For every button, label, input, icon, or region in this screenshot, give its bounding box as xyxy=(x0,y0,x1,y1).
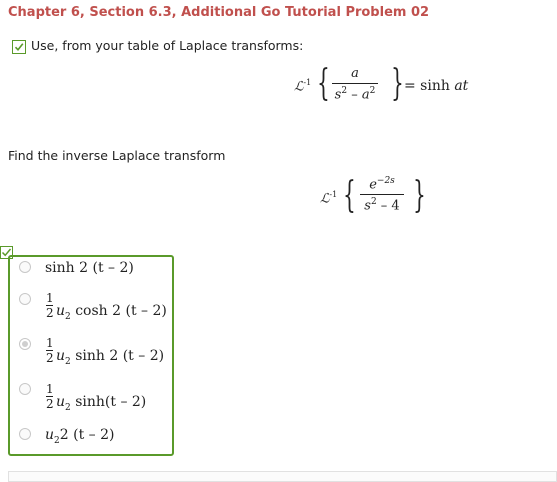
option-label-5[interactable]: u22 (t – 2) xyxy=(45,427,114,446)
option-radio-5[interactable] xyxy=(19,428,31,440)
intro-text: Use, from your table of Laplace transfor… xyxy=(31,38,304,53)
option-label-1[interactable]: sinh 2 (t – 2) xyxy=(45,260,134,276)
right-brace: } xyxy=(413,175,426,216)
option-radio-3[interactable] xyxy=(19,338,31,350)
left-brace: { xyxy=(317,63,330,104)
page-title: Chapter 6, Section 6.3, Additional Go Tu… xyxy=(8,5,430,20)
option-radio-2[interactable] xyxy=(19,293,31,305)
target-formula: ℒ-1 { e−2s s2 – 4 } xyxy=(320,174,440,224)
laplace-operator: ℒ-1 xyxy=(320,190,338,207)
option-label-3[interactable]: u2 sinh 2 (t – 2) xyxy=(56,348,164,367)
option-half-4: 12 xyxy=(46,382,54,411)
option-label-4[interactable]: u2 sinh(t – 2) xyxy=(56,394,146,413)
option-half-2: 12 xyxy=(46,291,54,320)
prompt-text: Find the inverse Laplace transform xyxy=(8,148,226,163)
given-fraction: a s2 – a2 xyxy=(332,66,378,102)
laplace-operator: ℒ-1 xyxy=(294,78,312,95)
checkmark-icon xyxy=(12,40,26,54)
option-label-2[interactable]: u2 cosh 2 (t – 2) xyxy=(56,303,167,322)
left-brace: { xyxy=(343,175,356,216)
right-brace: } xyxy=(391,63,404,104)
option-radio-4[interactable] xyxy=(19,383,31,395)
footer-panel xyxy=(8,471,557,482)
given-rhs: = sinh at xyxy=(404,78,469,94)
given-formula: ℒ-1 { a s2 – a2 } = sinh at xyxy=(294,62,484,112)
option-radio-1[interactable] xyxy=(19,261,31,273)
target-fraction: e−2s s2 – 4 xyxy=(360,176,404,214)
option-half-3: 12 xyxy=(46,336,54,365)
